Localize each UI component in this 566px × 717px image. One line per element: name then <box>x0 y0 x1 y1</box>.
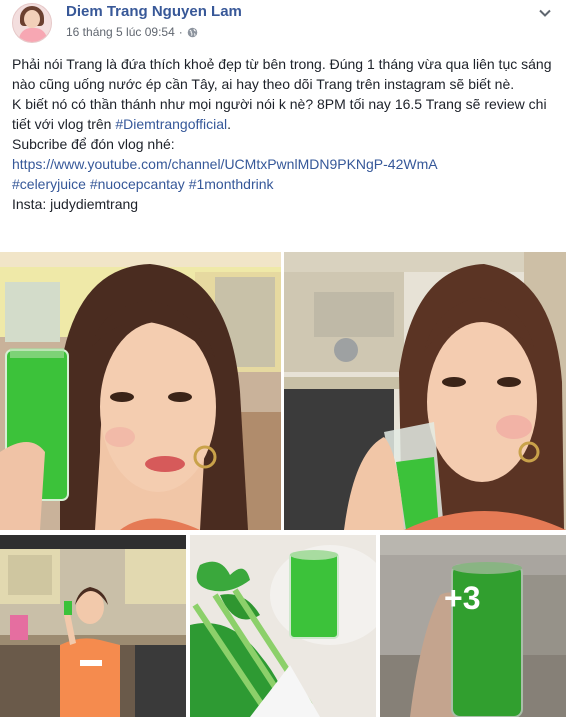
photo-1[interactable] <box>0 252 281 530</box>
post-timestamp[interactable]: 16 tháng 5 lúc 09:54 <box>66 25 175 39</box>
photo-2[interactable] <box>284 252 566 530</box>
post-header: Diem Trang Nguyen Lam 16 tháng 5 lúc 09:… <box>0 0 566 50</box>
photo-5[interactable]: +3 <box>380 535 566 717</box>
post-paragraph-3: Subcribe để đón vlog nhé: <box>12 136 175 152</box>
photo-4[interactable] <box>190 535 376 717</box>
author-name[interactable]: Diem Trang Nguyen Lam <box>66 3 242 20</box>
globe-icon[interactable] <box>187 27 198 38</box>
avatar[interactable] <box>12 3 52 43</box>
post-text: Phải nói Trang là đứa thích khoẻ đẹp từ … <box>12 54 552 214</box>
post-paragraph-1: Phải nói Trang là đứa thích khoẻ đẹp từ … <box>12 56 552 92</box>
hashtag-nuocepcantay[interactable]: #nuocepcantay <box>90 176 185 192</box>
photo-3[interactable] <box>0 535 186 717</box>
post-meta: 16 tháng 5 lúc 09:54 · <box>66 25 198 39</box>
youtube-link[interactable]: https://www.youtube.com/channel/UCMtxPwn… <box>12 156 438 172</box>
hashtag-celeryjuice[interactable]: #celeryjuice <box>12 176 86 192</box>
separator-dot: · <box>178 25 183 39</box>
post-paragraph-2: K biết nó có thần thánh như mọi người nó… <box>12 96 547 132</box>
photo-grid: +3 <box>0 252 566 717</box>
post-paragraph-2-text: K biết nó có thần thánh như mọi người nó… <box>12 96 547 132</box>
more-photos-count[interactable]: +3 <box>444 580 480 617</box>
hashtag-1monthdrink[interactable]: #1monthdrink <box>189 176 274 192</box>
hashtag-diemtrangofficial[interactable]: #Diemtrangofficial <box>115 116 227 132</box>
insta-handle: Insta: judydiemtrang <box>12 196 139 212</box>
chevron-down-icon[interactable] <box>538 6 552 20</box>
